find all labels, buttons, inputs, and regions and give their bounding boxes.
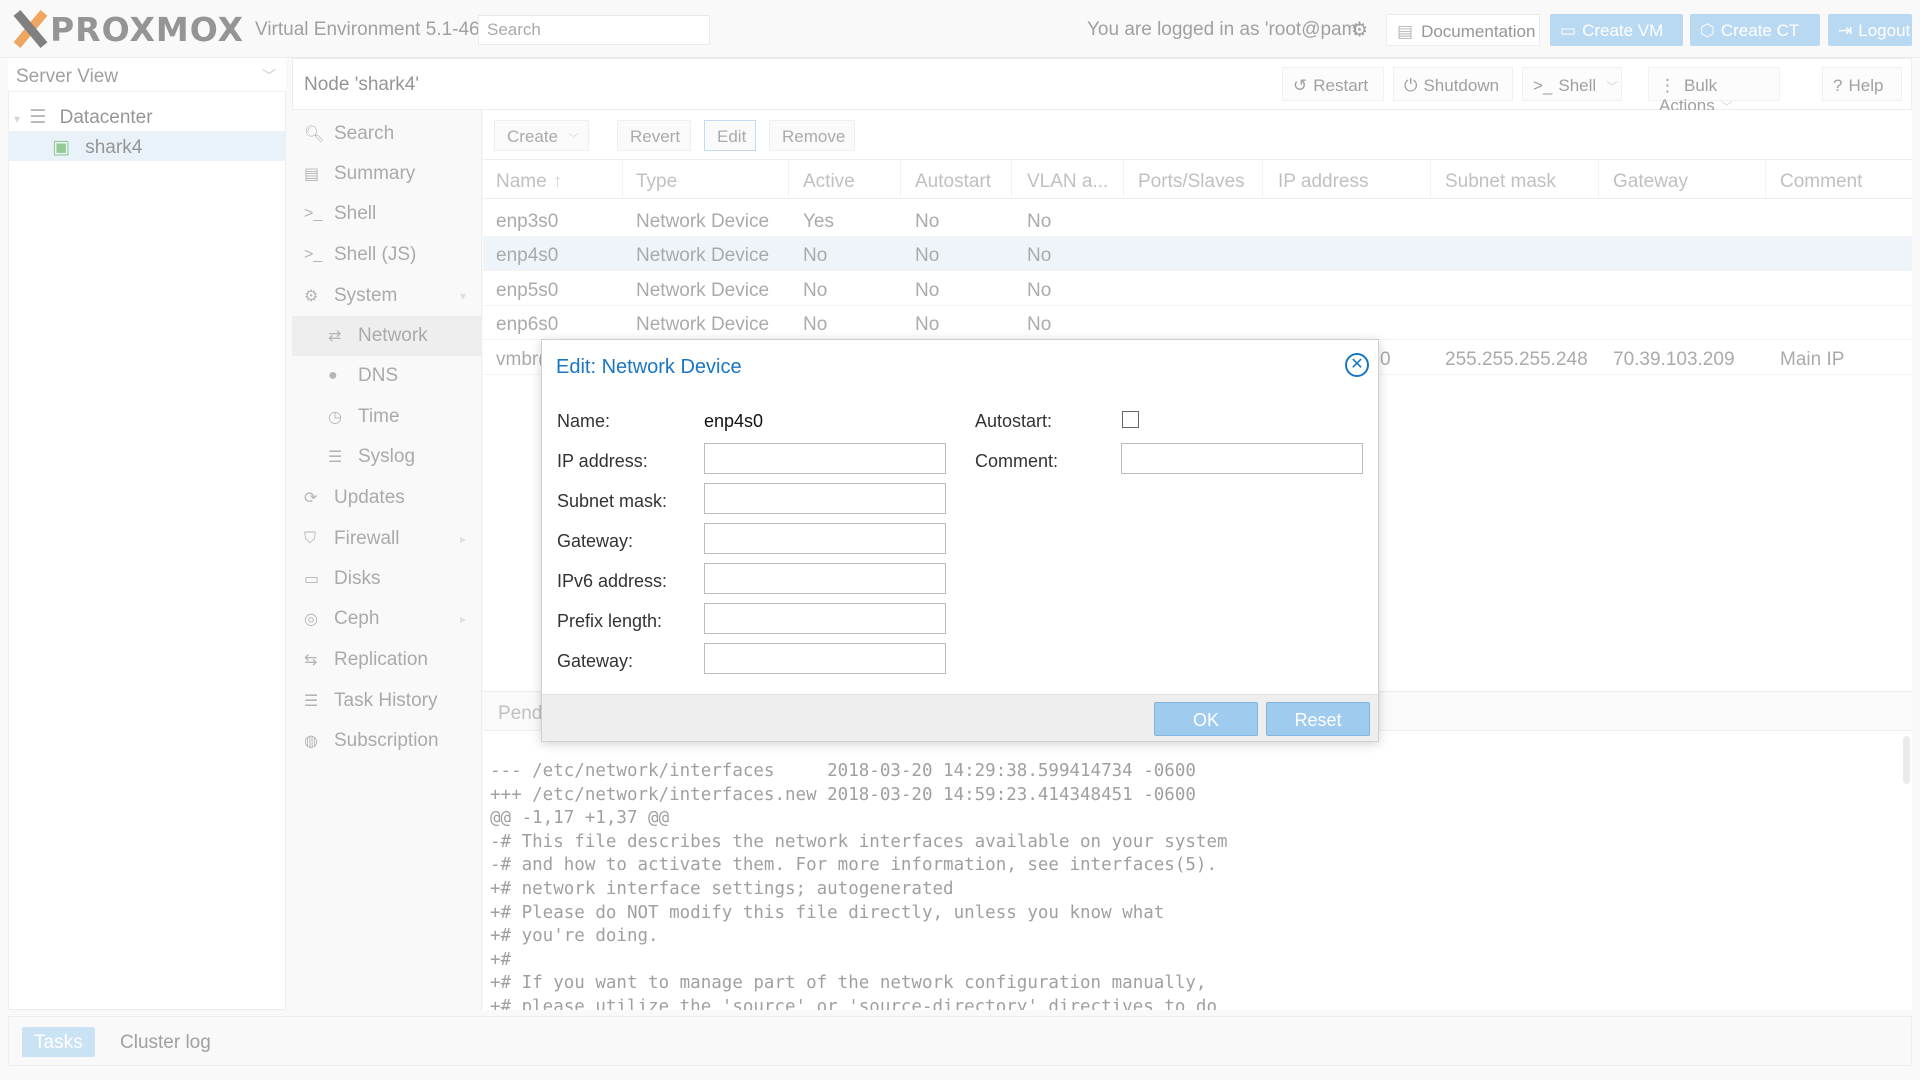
autostart-checkbox[interactable] — [1122, 411, 1139, 428]
gateway6-label: Gateway: — [557, 651, 634, 671]
ok-button[interactable]: OK — [1154, 702, 1258, 736]
subnet-mask-label: Subnet mask: — [557, 491, 668, 511]
autostart-label: Autostart: — [975, 411, 1053, 431]
name-value: enp4s0 — [704, 411, 764, 431]
reset-button[interactable]: Reset — [1266, 702, 1370, 736]
edit-network-dialog — [541, 339, 1379, 742]
gateway6-field[interactable] — [704, 643, 946, 674]
comment-field[interactable] — [1121, 443, 1363, 474]
comment-label: Comment: — [975, 451, 1059, 471]
ipv6-address-field[interactable] — [704, 563, 946, 594]
name-label: Name: — [557, 411, 611, 431]
subnet-mask-field[interactable] — [704, 483, 946, 514]
ipv6-address-label: IPv6 address: — [557, 571, 668, 591]
gateway-label: Gateway: — [557, 531, 634, 551]
dialog-title: Edit: Network Device — [556, 356, 742, 378]
prefix-length-label: Prefix length: — [557, 611, 663, 631]
ip-address-field[interactable] — [704, 443, 946, 474]
close-icon[interactable]: ✕ — [1345, 353, 1369, 377]
gateway-field[interactable] — [704, 523, 946, 554]
ip-address-label: IP address: — [557, 451, 648, 471]
prefix-length-field[interactable] — [704, 603, 946, 634]
